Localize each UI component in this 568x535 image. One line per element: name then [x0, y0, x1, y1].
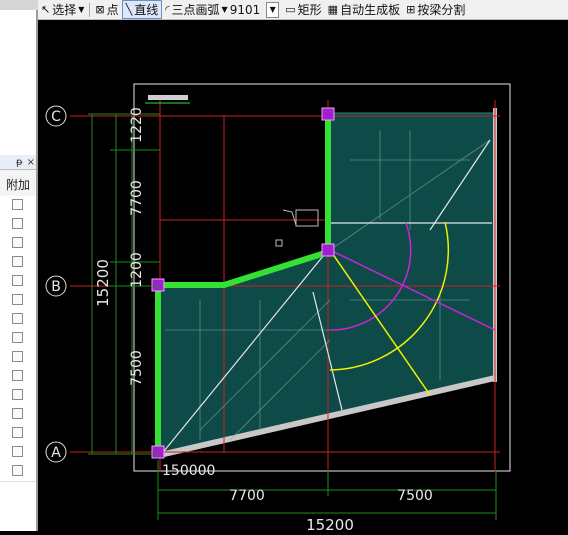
- arc-tool[interactable]: ◜ 三点画弧 ▼ 9101: [162, 1, 263, 18]
- point-tool[interactable]: ⊠ 点: [92, 1, 121, 18]
- column-header-label: 附加: [6, 178, 31, 192]
- attach-checkbox[interactable]: [12, 427, 23, 438]
- cad-drawing[interactable]: C B A 1220 7700 1200 7500 15200 150000 7…: [38, 20, 568, 534]
- rect-label: 矩形: [297, 3, 322, 17]
- checkbox-row: [0, 424, 38, 444]
- title-annotation: [148, 95, 188, 100]
- column-header-attach[interactable]: 附加: [0, 170, 38, 197]
- column-node: [151, 278, 165, 292]
- column-node: [321, 243, 335, 257]
- attach-checkbox[interactable]: [12, 256, 23, 267]
- chevron-down-icon: ▼: [221, 5, 228, 14]
- checkbox-row: [0, 196, 38, 216]
- rectangle-icon: ▭: [285, 3, 296, 16]
- drawing-toolbar: ↖ 选择 ▼ ⊠ 点 ╲ 直线 ◜ 三点画弧 ▼ 9101 ▼ ▭ 矩形 ▦ 自…: [38, 0, 568, 20]
- column-node: [321, 107, 335, 121]
- arc-icon: ◜: [165, 3, 170, 16]
- attach-checkbox[interactable]: [12, 275, 23, 286]
- arc-dropdown-button[interactable]: ▼: [266, 1, 280, 18]
- checkbox-row: [0, 462, 38, 482]
- checkbox-row: [0, 348, 38, 368]
- attach-checkbox[interactable]: [12, 313, 23, 324]
- leader-line: [282, 209, 297, 226]
- dim-text-1220: 1220: [129, 107, 145, 143]
- dim-text-bottom-7500: 7500: [397, 488, 433, 504]
- arc-label: 三点画弧: [171, 3, 220, 17]
- close-icon[interactable]: ×: [27, 157, 35, 168]
- attach-checkbox[interactable]: [12, 465, 23, 476]
- checkbox-row: [0, 329, 38, 349]
- attach-checkbox[interactable]: [12, 294, 23, 305]
- dim-text-1200: 1200: [129, 252, 145, 288]
- dim-text-total-horizontal: 15200: [306, 516, 354, 531]
- split-icon: ⊞: [406, 3, 416, 16]
- panel-header: ᵽ ×: [0, 155, 38, 170]
- cursor-icon: ↖: [41, 3, 51, 16]
- column-node: [151, 445, 165, 459]
- point-label: 点: [106, 3, 119, 17]
- checkbox-row: [0, 405, 38, 425]
- dim-text-bottom-7700: 7700: [229, 488, 265, 504]
- checkbox-row: [0, 253, 38, 273]
- split-by-beam-label: 按梁分割: [417, 3, 466, 17]
- panel-top-strip: [0, 0, 38, 10]
- grid-icon: ▦: [327, 3, 339, 16]
- drawing-canvas[interactable]: C B A 1220 7700 1200 7500 15200 150000 7…: [38, 20, 568, 534]
- left-panel: ᵽ × 附加: [0, 0, 38, 531]
- dim-text-7700: 7700: [129, 180, 145, 216]
- axis-label-b: B: [51, 279, 61, 295]
- checkbox-row: [0, 291, 38, 311]
- corner-dim-text: 150000: [162, 463, 215, 479]
- checkbox-row: [0, 215, 38, 235]
- attach-checkbox[interactable]: [12, 237, 23, 248]
- checkbox-row: [0, 443, 38, 463]
- chevron-down-icon: ▼: [78, 5, 85, 14]
- checkbox-row: [0, 272, 38, 292]
- axis-label-c: C: [51, 109, 61, 125]
- attach-checkbox[interactable]: [12, 446, 23, 457]
- attach-checkbox[interactable]: [12, 199, 23, 210]
- attach-checkbox[interactable]: [12, 218, 23, 229]
- select-label: 选择: [52, 3, 77, 17]
- checkbox-row: [0, 234, 38, 254]
- line-tool[interactable]: ╲ 直线: [121, 0, 163, 19]
- arc-value: 9101: [229, 2, 261, 17]
- checkbox-row: [0, 310, 38, 330]
- attach-checkbox[interactable]: [12, 351, 23, 362]
- checkbox-row: [0, 386, 38, 406]
- attach-checkbox[interactable]: [12, 370, 23, 381]
- auto-board-label: 自动生成板: [340, 3, 401, 17]
- leader-box: [295, 209, 319, 227]
- line-label: 直线: [134, 3, 159, 17]
- rect-tool[interactable]: ▭ 矩形: [282, 1, 324, 18]
- attach-checkbox[interactable]: [12, 408, 23, 419]
- attach-checkbox[interactable]: [12, 389, 23, 400]
- leader-marker: [275, 239, 283, 247]
- axis-label-a: A: [51, 445, 61, 461]
- toolbar-divider: [89, 2, 91, 17]
- split-by-beam-tool[interactable]: ⊞ 按梁分割: [403, 1, 468, 18]
- point-icon: ⊠: [95, 3, 105, 16]
- attach-checkbox[interactable]: [12, 332, 23, 343]
- pin-icon[interactable]: ᵽ: [16, 157, 23, 168]
- auto-board-tool[interactable]: ▦ 自动生成板: [325, 1, 403, 18]
- checkbox-row: [0, 367, 38, 387]
- dim-text-7500: 7500: [129, 350, 145, 386]
- dim-text-total-vertical: 15200: [94, 259, 112, 307]
- line-icon: ╲: [125, 3, 133, 16]
- select-tool[interactable]: ↖ 选择 ▼: [38, 1, 87, 18]
